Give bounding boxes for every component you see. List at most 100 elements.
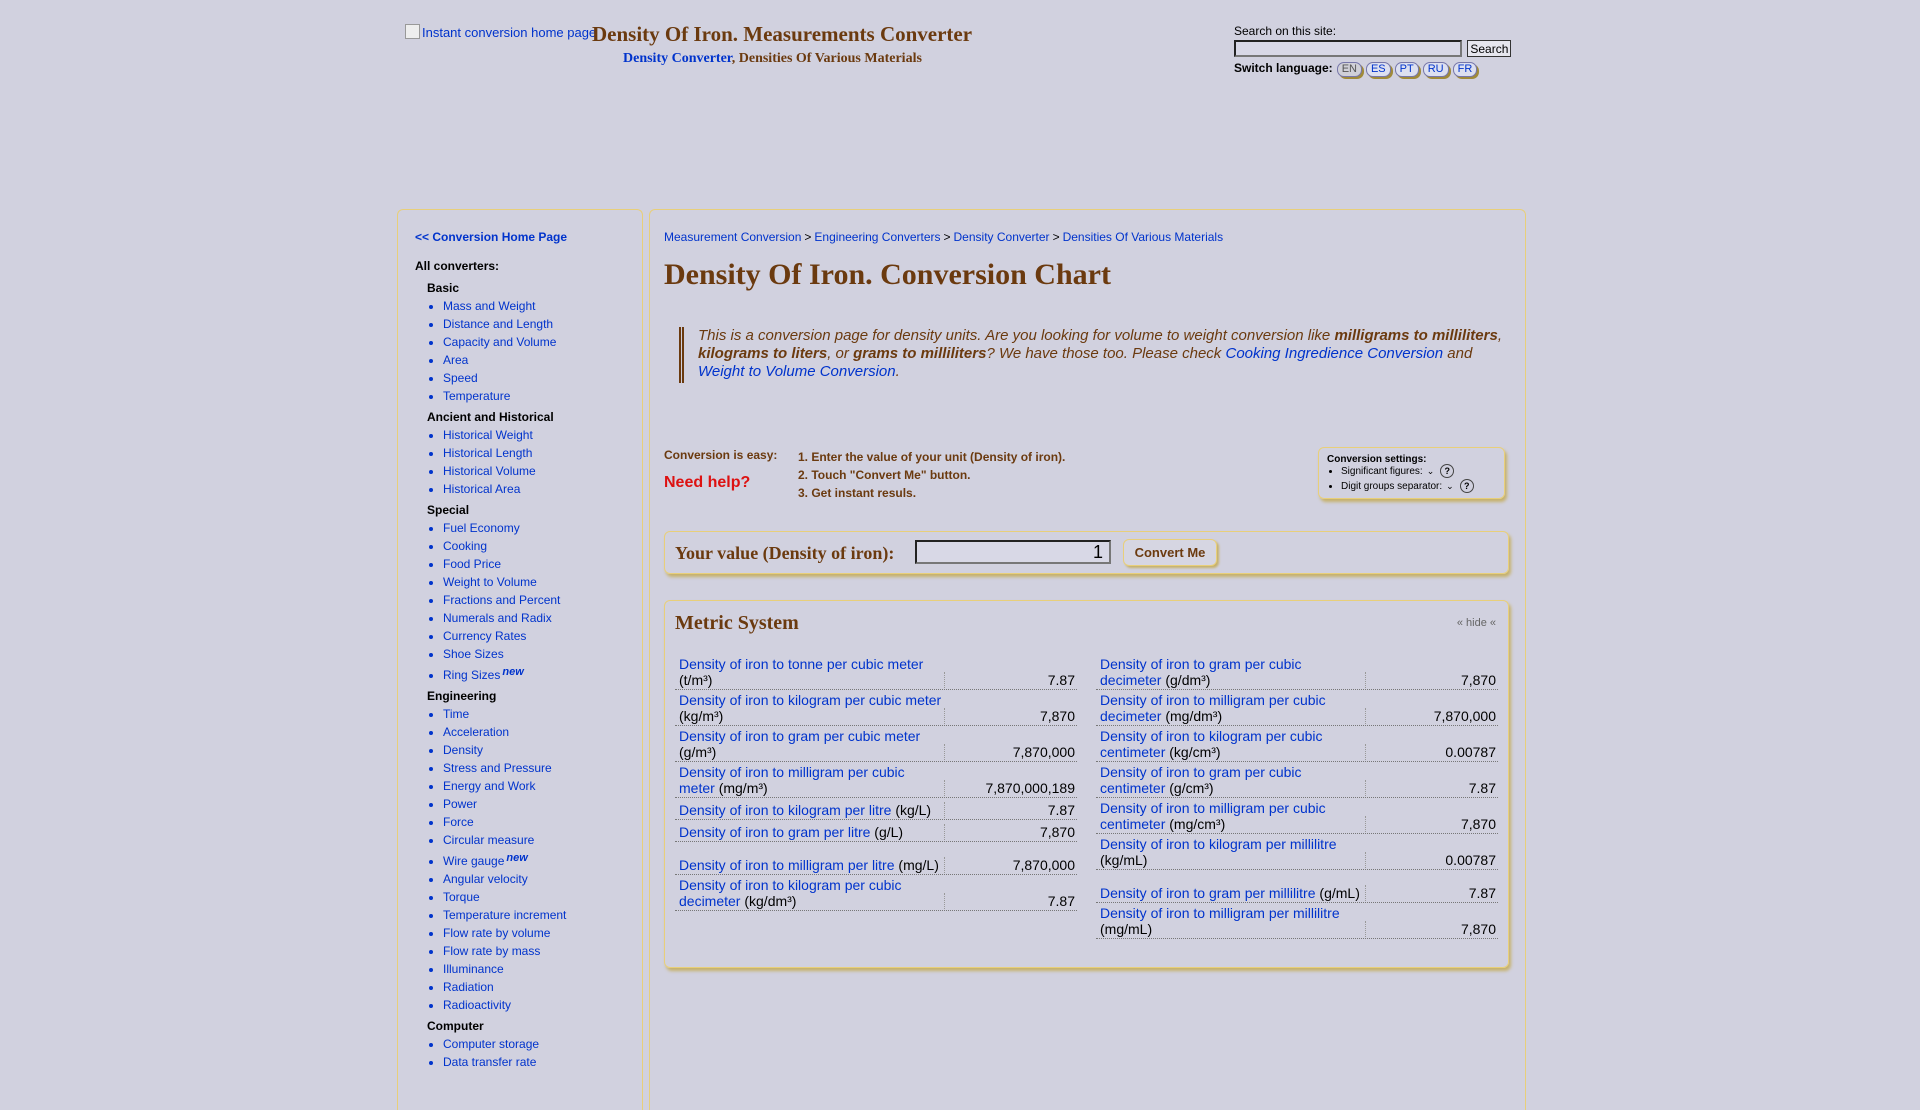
sidebar-item[interactable]: Historical Length — [443, 444, 637, 462]
sidebar-item[interactable]: Currency Rates — [443, 627, 637, 645]
chevron-down-icon[interactable]: ⌄ — [1446, 479, 1454, 494]
sidebar-item-label[interactable]: Acceleration — [443, 725, 509, 739]
sidebar-item[interactable]: Distance and Length — [443, 315, 637, 333]
sidebar-item[interactable]: Speed — [443, 369, 637, 387]
sidebar-item-label[interactable]: Ring Sizes — [443, 668, 500, 682]
sidebar-item[interactable]: Stress and Pressure — [443, 759, 637, 777]
value-input[interactable] — [915, 540, 1111, 564]
sidebar-item[interactable]: Wire gaugenew — [443, 849, 637, 870]
sidebar-item[interactable]: Radioactivity — [443, 996, 637, 1014]
conversion-link[interactable]: Density of iron to tonne per cubic meter — [679, 656, 923, 672]
sidebar-item-label[interactable]: Time — [443, 707, 469, 721]
sidebar-item-label[interactable]: Historical Volume — [443, 464, 536, 478]
sidebar-item[interactable]: Historical Weight — [443, 426, 637, 444]
hide-section-link[interactable]: « hide « — [1457, 617, 1496, 629]
sidebar-item[interactable]: Weight to Volume — [443, 573, 637, 591]
sidebar-item-label[interactable]: Fuel Economy — [443, 521, 520, 535]
search-button[interactable]: Search — [1467, 40, 1512, 57]
sidebar-item-label[interactable]: Wire gauge — [443, 854, 504, 868]
sidebar-item-label[interactable]: Capacity and Volume — [443, 335, 556, 349]
conversion-link[interactable]: Density of iron to milligram per cubic m… — [679, 764, 905, 796]
sidebar-item-label[interactable]: Area — [443, 353, 468, 367]
sidebar-item[interactable]: Temperature — [443, 387, 637, 405]
conversion-link[interactable]: Density of iron to kilogram per millilit… — [1100, 836, 1337, 852]
sidebar-item-label[interactable]: Fractions and Percent — [443, 593, 560, 607]
sidebar-item-label[interactable]: Currency Rates — [443, 629, 526, 643]
conversion-link[interactable]: Density of iron to kilogram per litre — [679, 802, 891, 818]
breadcrumb-item[interactable]: Densities Of Various Materials — [1063, 230, 1224, 244]
sidebar-item-label[interactable]: Stress and Pressure — [443, 761, 552, 775]
breadcrumb-item[interactable]: Density Converter — [954, 230, 1050, 244]
sidebar-item[interactable]: Historical Volume — [443, 462, 637, 480]
sidebar-item[interactable]: Area — [443, 351, 637, 369]
conversion-link[interactable]: Density of iron to gram per millilitre — [1100, 885, 1316, 901]
sidebar-item[interactable]: Shoe Sizes — [443, 645, 637, 663]
sidebar-item[interactable]: Time — [443, 705, 637, 723]
sidebar-item[interactable]: Mass and Weight — [443, 297, 637, 315]
sidebar-item-label[interactable]: Food Price — [443, 557, 501, 571]
sidebar-item[interactable]: Numerals and Radix — [443, 609, 637, 627]
sidebar-item-label[interactable]: Illuminance — [443, 962, 504, 976]
sidebar-item[interactable]: Fractions and Percent — [443, 591, 637, 609]
sidebar-item-label[interactable]: Distance and Length — [443, 317, 553, 331]
weight-to-volume-link[interactable]: Weight to Volume Conversion — [698, 363, 896, 380]
conversion-link[interactable]: Density of iron to gram per cubic meter — [679, 728, 920, 744]
conversion-link[interactable]: Density of iron to kilogram per cubic me… — [679, 692, 941, 708]
sidebar-item-label[interactable]: Radiation — [443, 980, 494, 994]
language-fr-button[interactable]: FR — [1452, 62, 1478, 77]
sidebar-item[interactable]: Acceleration — [443, 723, 637, 741]
sidebar-item[interactable]: Temperature increment — [443, 906, 637, 924]
sidebar-item-label[interactable]: Historical Area — [443, 482, 520, 496]
sidebar-item[interactable]: Ring Sizesnew — [443, 663, 637, 684]
sidebar-item-label[interactable]: Torque — [443, 890, 480, 904]
sidebar-item[interactable]: Energy and Work — [443, 777, 637, 795]
sidebar-item-label[interactable]: Temperature increment — [443, 908, 566, 922]
conversion-link[interactable]: Density of iron to milligram per litre — [679, 857, 895, 873]
language-pt-button[interactable]: PT — [1394, 62, 1419, 77]
language-ru-button[interactable]: RU — [1422, 62, 1449, 77]
sidebar-item[interactable]: Radiation — [443, 978, 637, 996]
sidebar-item[interactable]: Force — [443, 813, 637, 831]
language-en-button[interactable]: EN — [1336, 62, 1362, 77]
cooking-conversion-link[interactable]: Cooking Ingredience Conversion — [1225, 345, 1443, 362]
density-converter-link[interactable]: Density Converter — [623, 51, 732, 66]
sidebar-item-label[interactable]: Speed — [443, 371, 478, 385]
sidebar-item-label[interactable]: Mass and Weight — [443, 299, 536, 313]
sidebar-item-label[interactable]: Shoe Sizes — [443, 647, 504, 661]
conversion-home-link[interactable]: << Conversion Home Page — [415, 230, 567, 244]
sidebar-item-label[interactable]: Force — [443, 815, 474, 829]
sidebar-item-label[interactable]: Power — [443, 797, 477, 811]
conversion-link[interactable]: Density of iron to milligram per millili… — [1100, 905, 1340, 921]
help-icon[interactable]: ? — [1459, 479, 1474, 493]
convert-me-button[interactable]: Convert Me — [1123, 539, 1217, 566]
sidebar-item[interactable]: Angular velocity — [443, 870, 637, 888]
sidebar-item[interactable]: Illuminance — [443, 960, 637, 978]
sidebar-item[interactable]: Food Price — [443, 555, 637, 573]
sidebar-item-label[interactable]: Temperature — [443, 389, 510, 403]
sidebar-item[interactable]: Historical Area — [443, 480, 637, 498]
sidebar-item-label[interactable]: Computer storage — [443, 1037, 539, 1051]
sidebar-item[interactable]: Capacity and Volume — [443, 333, 637, 351]
sidebar-item[interactable]: Torque — [443, 888, 637, 906]
chevron-down-icon[interactable]: ⌄ — [1427, 464, 1435, 479]
sidebar-item-label[interactable]: Numerals and Radix — [443, 611, 552, 625]
conversion-link[interactable]: Density of iron to gram per litre — [679, 824, 870, 840]
sidebar-item[interactable]: Cooking — [443, 537, 637, 555]
breadcrumb-item[interactable]: Engineering Converters — [814, 230, 940, 244]
breadcrumb-item[interactable]: Measurement Conversion — [664, 230, 801, 244]
sidebar-item-label[interactable]: Flow rate by mass — [443, 944, 540, 958]
sidebar-item[interactable]: Density — [443, 741, 637, 759]
sidebar-item-label[interactable]: Weight to Volume — [443, 575, 537, 589]
sidebar-item-label[interactable]: Circular measure — [443, 833, 534, 847]
sidebar-item[interactable]: Fuel Economy — [443, 519, 637, 537]
sidebar-item[interactable]: Data transfer rate — [443, 1053, 637, 1071]
sidebar-item-label[interactable]: Data transfer rate — [443, 1055, 536, 1069]
need-help-link[interactable]: Need help? — [664, 474, 750, 492]
sidebar-item[interactable]: Flow rate by mass — [443, 942, 637, 960]
sidebar-item[interactable]: Computer storage — [443, 1035, 637, 1053]
sidebar-item[interactable]: Power — [443, 795, 637, 813]
sidebar-item-label[interactable]: Angular velocity — [443, 872, 528, 886]
sidebar-item-label[interactable]: Energy and Work — [443, 779, 536, 793]
sidebar-item-label[interactable]: Flow rate by volume — [443, 926, 550, 940]
sidebar-item[interactable]: Circular measure — [443, 831, 637, 849]
